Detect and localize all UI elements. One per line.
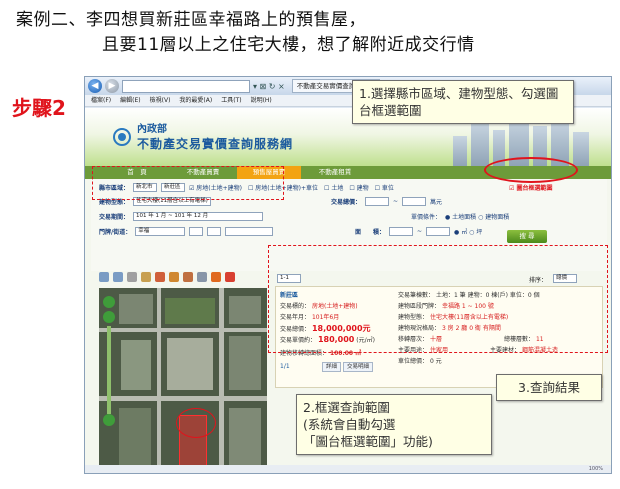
deal-period-row: 交易期間： 101 年 1 月 ~ 101 年 12 月 (99, 212, 264, 221)
result-units: 土地：1 筆 建物：0 棟(戶) 車位：0 個 (435, 292, 540, 299)
result-address: 幸福路 1 ~ 100 號 (441, 303, 494, 310)
nav-rental[interactable]: 不動產租賃 (303, 166, 367, 179)
zoom-out-icon[interactable] (113, 272, 123, 282)
step-label: 步驟2 (12, 96, 66, 120)
map-toolbar (99, 272, 235, 282)
pan-icon[interactable] (127, 272, 137, 282)
compare-button[interactable]: 交易明細 (342, 362, 373, 372)
result-district[interactable]: 新莊區 (280, 290, 298, 299)
result-type: 房地(土地+建物) (311, 303, 358, 310)
transaction-type-checkboxes[interactable]: ☑ 房地(土地+建物) ☐ 房地(土地+建物)+車位 ☐ 土地 ☐ 建物 ☐ 車… (189, 183, 394, 192)
zoom-in-icon[interactable] (99, 272, 109, 282)
map-zoom-out-icon[interactable] (103, 414, 115, 426)
result-index: 1/1 (280, 363, 290, 370)
menu-view[interactable]: 檢視(V) (150, 95, 171, 106)
result-building-type: 住宅大樓(11層含以上有電梯) (429, 314, 509, 321)
browser-status-bar: 100% (85, 465, 611, 473)
detail-button[interactable]: 詳細 (322, 362, 342, 372)
result-floor: 十層 (429, 336, 442, 343)
result-card[interactable]: 新莊區 交易標的： 房地(土地+建物) 交易年月： 101年6月 交易總價： 1… (275, 286, 603, 388)
county-row: 縣市區域： 新北市 新莊區 ☑ 房地(土地+建物) ☐ 房地(土地+建物)+車位… (99, 183, 394, 192)
ministry-logo-icon (113, 128, 131, 146)
alley-input[interactable] (207, 227, 222, 236)
area-row: 面 積： ~ ● ㎡ ○ 坪 (355, 227, 483, 236)
draw-icon[interactable] (155, 272, 165, 282)
result-material: 鋼筋混凝土造 (521, 347, 558, 354)
results-header: 1-1 排序： 總價 (273, 272, 603, 286)
area-max[interactable] (426, 227, 451, 236)
back-arrow-icon[interactable]: ◀ (88, 79, 102, 93)
building-type-select[interactable]: 住宅大樓(11層含以上有電梯) (133, 197, 212, 206)
rectangle-select-icon[interactable] (169, 272, 179, 282)
unit-price-radio[interactable]: ● 土地面積 ○ 建物面積 (445, 212, 509, 221)
area-min[interactable] (389, 227, 414, 236)
title-line-2: 且要11層以上之住宅大樓，想了解附近成交行情 (102, 35, 475, 55)
measure-icon[interactable] (141, 272, 151, 282)
slide-title: 案例二、李四想買新莊區幸福路上的預售屋， 且要11層以上之住宅大樓，想了解附近成… (16, 8, 475, 58)
map-zoom-slider[interactable] (107, 326, 111, 414)
map-zoom-control (103, 296, 115, 429)
title-line-1: 案例二、李四想買新莊區幸福路上的預售屋， (16, 10, 366, 30)
sort-select[interactable]: 總價 (553, 274, 577, 283)
area-unit-radio[interactable]: ● ㎡ ○ 坪 (454, 227, 482, 236)
building-type-row: 建物型態： 住宅大樓(11層含以上有電梯) (99, 197, 212, 206)
search-button[interactable]: 搜 尋 (507, 230, 547, 243)
search-form: 縣市區域： 新北市 新莊區 ☑ 房地(土地+建物) ☐ 房地(土地+建物)+車位… (91, 179, 607, 271)
site-name: 不動產交易實價查詢服務網 (137, 137, 294, 151)
layer-icon[interactable] (183, 272, 193, 282)
map-select-highlight (484, 157, 578, 183)
callout-step-2: 2.框選查詢範圍 (系統會自動勾選 「圖台框選範圍」功能) (296, 394, 492, 455)
deal-total-min[interactable] (365, 197, 390, 206)
result-use: 住家用 (429, 347, 448, 354)
forward-arrow-icon[interactable]: ▶ (105, 79, 119, 93)
pager-select[interactable]: 1-1 (277, 274, 301, 283)
nav-home[interactable]: 首 頁 (105, 166, 169, 179)
menu-tools[interactable]: 工具(T) (221, 95, 241, 106)
selection-highlight (176, 408, 216, 438)
county-select[interactable]: 新北市 (133, 183, 158, 192)
result-layout: 3 房 2 廳 0 衛 有隔間 (441, 325, 501, 332)
deal-total-max[interactable] (402, 197, 427, 206)
result-total-price: 18,000,000元 (311, 324, 371, 333)
nav-real-estate-sale[interactable]: 不動產買賣 (171, 166, 235, 179)
deal-period-select[interactable]: 101 年 1 月 ~ 101 年 12 月 (133, 212, 264, 221)
map-zoom-in-icon[interactable] (103, 296, 115, 308)
menu-favorites[interactable]: 我的最愛(A) (179, 95, 212, 106)
result-unit-price: 180,000 (317, 335, 355, 344)
district-select[interactable]: 新莊區 (161, 183, 186, 192)
result-total-floors: 11 (535, 336, 544, 343)
result-area: 100.00 ㎡ (329, 350, 362, 357)
menu-help[interactable]: 說明(H) (251, 95, 272, 106)
menu-file[interactable]: 檔案(F) (91, 95, 111, 106)
map-select-checkbox[interactable]: ☑ 圖台框選範圍 (509, 183, 552, 192)
address-bar[interactable] (122, 79, 250, 93)
site-dept: 內政部 (137, 124, 167, 135)
result-date: 101年6月 (311, 314, 340, 321)
lane-input[interactable] (189, 227, 204, 236)
deal-total-row: 交易總價： ~ 萬元 (331, 197, 443, 206)
aerial-map[interactable] (99, 288, 267, 473)
export-icon[interactable] (225, 272, 235, 282)
menu-edit[interactable]: 編輯(E) (120, 95, 140, 106)
number-input[interactable] (225, 227, 274, 236)
unit-price-row: 單價條件： ● 土地面積 ○ 建物面積 (411, 212, 510, 221)
callout-step-1: 1.選擇縣市區域、建物型態、勾選圖台框選範圍 (352, 80, 574, 124)
print-icon[interactable] (197, 272, 207, 282)
sort-label: 排序： (529, 277, 548, 284)
street-input[interactable]: 幸福 (135, 227, 186, 236)
nav-presale[interactable]: 預售屋買賣 (237, 166, 301, 179)
door-row: 門牌/街道： 幸福 (99, 227, 274, 236)
address-bar-actions[interactable]: ▾ ⊠ ↻ × (253, 82, 285, 91)
callout-step-3: 3.查詢結果 (496, 374, 602, 401)
map-pan-icon[interactable] (103, 311, 115, 323)
clear-icon[interactable] (211, 272, 221, 282)
result-parking: 0 元 (429, 358, 442, 365)
